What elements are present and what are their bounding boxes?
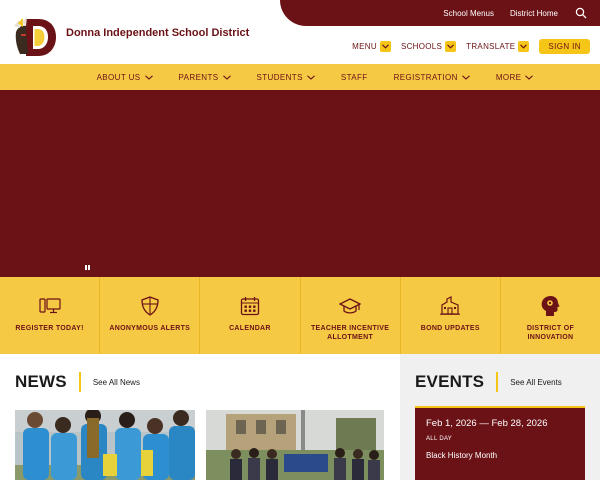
computer-icon — [38, 295, 61, 317]
news-section: NEWS See All News — [0, 354, 400, 480]
news-photo-group[interactable] — [206, 410, 384, 480]
quick-link-label: BOND UPDATES — [420, 325, 480, 332]
menu-label: MENU — [352, 42, 377, 51]
chevron-down-icon — [306, 74, 315, 80]
nav-students[interactable]: STUDENTS — [257, 73, 315, 82]
schools-label: SCHOOLS — [400, 42, 443, 51]
search-icon[interactable] — [574, 6, 588, 20]
hero-banner — [0, 90, 600, 277]
district-home-link[interactable]: District Home — [510, 9, 558, 18]
chevron-down-icon — [379, 41, 391, 52]
nav-staff[interactable]: STAFF — [341, 73, 368, 82]
school-menus-link[interactable]: School Menus — [443, 9, 494, 18]
quick-link-bond-updates[interactable]: BOND UPDATES — [401, 277, 501, 354]
news-photo-students[interactable] — [15, 410, 195, 480]
event-time: ALL DAY — [426, 436, 453, 442]
divider — [78, 372, 81, 392]
chevron-down-icon — [144, 74, 153, 80]
quick-link-label: TEACHER INCENTIVE ALLOTMENT — [310, 325, 390, 341]
chevron-down-icon — [461, 74, 470, 80]
quick-link-calendar[interactable]: CALENDAR — [200, 277, 301, 354]
nav-registration[interactable]: REGISTRATION — [394, 73, 470, 82]
pause-icon[interactable] — [85, 265, 91, 273]
chevron-down-icon — [222, 74, 231, 80]
event-card[interactable]: Feb 1, 2026 — Feb 28, 2026 ALL DAY Black… — [415, 406, 585, 480]
nav-parents[interactable]: PARENTS — [179, 73, 231, 82]
chevron-down-icon — [445, 41, 457, 52]
nav-label: ABOUT US — [96, 72, 141, 82]
news-header: NEWS See All News — [15, 372, 140, 392]
quick-link-label: DISTRICT OF INNOVATION — [526, 325, 575, 341]
main-nav: ABOUT US PARENTS STUDENTS STAFF REGISTRA… — [0, 64, 600, 90]
site-header: School Menus District Home Donna Indepen… — [0, 0, 600, 64]
calendar-icon — [239, 295, 261, 317]
divider — [496, 372, 499, 392]
translate-button[interactable]: TRANSLATE — [466, 41, 530, 52]
quick-link-label: ANONYMOUS ALERTS — [109, 325, 191, 332]
district-name[interactable]: Donna Independent School District — [66, 27, 249, 39]
top-links: School Menus District Home — [443, 0, 588, 26]
quick-link-label: CALENDAR — [229, 325, 271, 332]
sign-in-button[interactable]: SIGN IN — [539, 39, 590, 54]
nav-label: PARENTS — [178, 72, 219, 82]
nav-label: STUDENTS — [256, 72, 303, 82]
page: School Menus District Home Donna Indepen… — [0, 0, 600, 480]
quick-link-innovation[interactable]: DISTRICT OF INNOVATION — [501, 277, 600, 354]
menu-button[interactable]: MENU — [352, 41, 391, 52]
events-section: EVENTS See All Events Feb 1, 2026 — Feb … — [400, 354, 600, 480]
nav-label: MORE — [495, 72, 522, 82]
schools-button[interactable]: SCHOOLS — [400, 41, 457, 52]
news-title: NEWS — [15, 372, 67, 391]
nav-label: REGISTRATION — [393, 72, 458, 82]
shield-icon — [139, 295, 161, 317]
utility-nav: MENU SCHOOLS TRANSLATE SIGN IN — [352, 39, 590, 54]
quick-link-alerts[interactable]: ANONYMOUS ALERTS — [100, 277, 201, 354]
quick-link-teacher-incentive[interactable]: TEACHER INCENTIVE ALLOTMENT — [301, 277, 401, 354]
school-building-icon — [439, 295, 461, 317]
quick-link-label: REGISTER TODAY! — [15, 325, 84, 332]
chevron-down-icon — [525, 74, 534, 80]
nav-more[interactable]: MORE — [496, 73, 534, 82]
see-all-events-link[interactable]: See All Events — [510, 378, 562, 387]
head-gear-icon — [539, 295, 561, 317]
nav-label: STAFF — [340, 72, 368, 82]
translate-label: TRANSLATE — [466, 42, 516, 51]
events-header: EVENTS See All Events — [415, 372, 562, 392]
nav-about-us[interactable]: ABOUT US — [97, 73, 153, 82]
quick-links: REGISTER TODAY! ANONYMOUS ALERTS CALENDA… — [0, 277, 600, 354]
graduation-cap-icon — [339, 295, 362, 317]
event-date: Feb 1, 2026 — Feb 28, 2026 — [426, 418, 548, 429]
event-title: Black History Month — [426, 451, 498, 460]
see-all-news-link[interactable]: See All News — [93, 378, 140, 387]
quick-link-register[interactable]: REGISTER TODAY! — [0, 277, 101, 354]
events-title: EVENTS — [415, 372, 485, 391]
district-logo[interactable] — [12, 16, 58, 58]
chevron-down-icon — [518, 41, 530, 52]
